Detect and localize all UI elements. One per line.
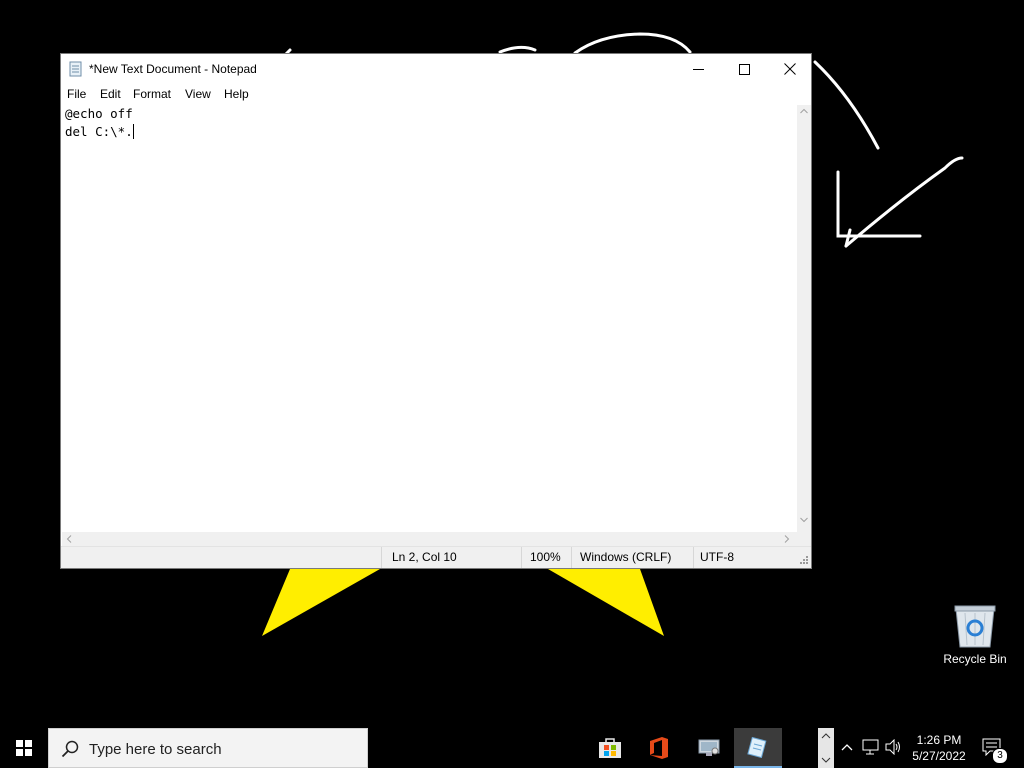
text-editor[interactable]: @echo off del C:\*. xyxy=(62,105,797,532)
recycle-bin-shortcut[interactable]: Recycle Bin xyxy=(940,600,1010,670)
volume-icon[interactable] xyxy=(885,739,903,755)
notification-count-badge: 3 xyxy=(992,748,1008,764)
maximize-button[interactable] xyxy=(721,54,767,84)
maximize-icon xyxy=(738,63,750,75)
clock-time: 1:26 PM xyxy=(916,733,962,747)
notepad-window[interactable]: *New Text Document - Notepad File Edit F… xyxy=(60,53,812,569)
close-icon xyxy=(784,63,796,75)
editor-line-2-text: del C:\*. xyxy=(65,124,133,139)
menu-file[interactable]: File xyxy=(67,87,86,101)
taskbar-control-panel-button[interactable] xyxy=(686,728,732,768)
menu-bar: File Edit Format View Help xyxy=(61,84,811,104)
search-icon xyxy=(61,740,79,758)
scroll-right-arrow-icon[interactable] xyxy=(784,535,790,543)
menu-view[interactable]: View xyxy=(185,87,211,101)
notepad-icon xyxy=(69,61,82,77)
status-line-ending: Windows (CRLF) xyxy=(571,547,693,568)
window-title: *New Text Document - Notepad xyxy=(89,62,257,76)
status-encoding: UTF-8 xyxy=(693,547,811,568)
yellow-star xyxy=(262,569,664,636)
control-panel-icon xyxy=(698,739,720,756)
taskbar-overflow-scroll[interactable] xyxy=(818,728,834,768)
editor-line-1: @echo off xyxy=(65,106,133,121)
status-zoom: 100% xyxy=(521,547,571,568)
search-input[interactable]: Type here to search xyxy=(48,728,368,768)
editor-line-2: del C:\*. xyxy=(65,123,797,141)
notification-center-button[interactable]: 3 xyxy=(980,738,1010,764)
scrollbar-corner xyxy=(797,532,811,546)
scroll-up-arrow-icon[interactable] xyxy=(800,108,808,114)
horizontal-scrollbar[interactable] xyxy=(62,532,797,546)
resize-grip-icon[interactable] xyxy=(799,555,809,565)
status-bar: Ln 2, Col 10 100% Windows (CRLF) UTF-8 xyxy=(61,546,811,568)
start-button[interactable] xyxy=(0,728,48,768)
scroll-left-arrow-icon[interactable] xyxy=(66,535,72,543)
search-placeholder: Type here to search xyxy=(89,741,222,758)
minimize-icon xyxy=(692,68,704,70)
taskbar-store-button[interactable] xyxy=(587,728,633,768)
store-icon xyxy=(599,738,621,758)
status-cursor-position: Ln 2, Col 10 xyxy=(381,547,521,568)
taskbar: Type here to search 1:26 PM 5/27/2022 3 xyxy=(0,728,1024,768)
scroll-down-arrow-icon[interactable] xyxy=(800,517,808,523)
vertical-scrollbar[interactable] xyxy=(797,105,811,532)
chevron-up-icon xyxy=(821,733,831,739)
close-button[interactable] xyxy=(767,54,813,84)
windows-logo-icon xyxy=(16,740,32,756)
title-bar[interactable]: *New Text Document - Notepad xyxy=(61,54,811,84)
office-icon xyxy=(650,737,668,759)
clock-date: 5/27/2022 xyxy=(912,749,966,763)
menu-edit[interactable]: Edit xyxy=(100,87,121,101)
menu-help[interactable]: Help xyxy=(224,87,249,101)
network-icon[interactable] xyxy=(862,739,880,755)
recycle-bin-label: Recycle Bin xyxy=(943,652,1007,666)
recycle-bin-icon xyxy=(954,605,996,648)
text-caret xyxy=(132,124,134,139)
taskbar-office-button[interactable] xyxy=(636,728,682,768)
minimize-button[interactable] xyxy=(675,54,721,84)
system-clock[interactable]: 1:26 PM 5/27/2022 xyxy=(906,732,972,764)
taskbar-notepad-button[interactable] xyxy=(734,728,782,768)
show-hidden-icons-chevron-icon[interactable] xyxy=(840,740,854,754)
notepad-icon xyxy=(747,736,767,758)
menu-format[interactable]: Format xyxy=(133,87,171,101)
chevron-down-icon xyxy=(821,757,831,763)
